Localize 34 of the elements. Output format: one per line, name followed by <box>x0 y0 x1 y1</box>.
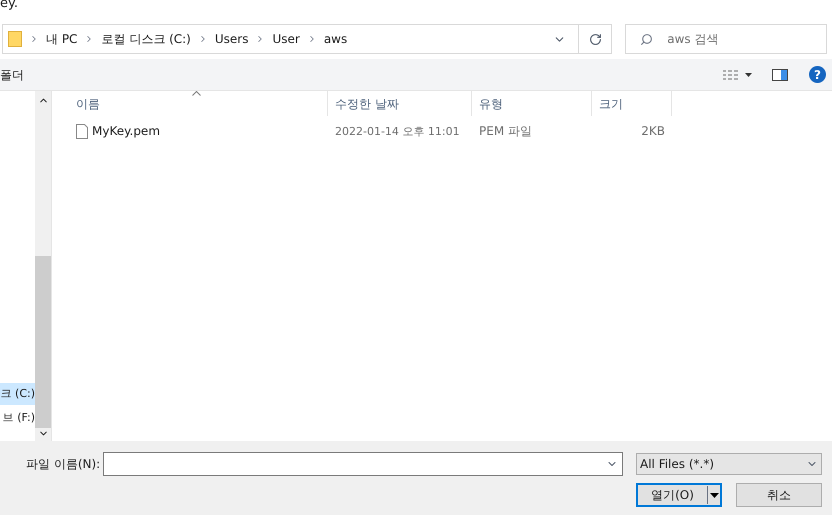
file-size: 2KB <box>641 124 665 138</box>
new-folder-button[interactable]: 폴더 <box>0 66 24 84</box>
open-button[interactable]: 열기(O) <box>636 483 722 507</box>
column-header[interactable]: 수정한 날짜 <box>328 91 472 116</box>
nav-item[interactable]: 크 (C:) <box>0 383 35 405</box>
preview-pane-icon[interactable] <box>772 68 788 80</box>
nav-item[interactable]: 브 (F:) <box>0 407 35 429</box>
file-name-input[interactable] <box>103 452 623 476</box>
file-name-label: 파일 이름(N): <box>26 456 102 473</box>
column-header[interactable]: 크기 <box>592 91 672 116</box>
file-type: PEM 파일 <box>479 124 532 138</box>
column-header[interactable]: 유형 <box>472 91 592 116</box>
view-options-icon[interactable] <box>722 70 752 80</box>
file-date: 2022-01-14 오후 11:01 <box>335 124 460 138</box>
column-header[interactable]: 이름 <box>52 91 328 116</box>
scrollbar[interactable] <box>35 91 51 441</box>
file-icon <box>76 124 88 138</box>
file-type-dropdown[interactable]: All Files (*.*) <box>636 453 822 475</box>
breadcrumb-item[interactable]: 내 PC <box>46 30 78 48</box>
file-name[interactable]: MyKey.pem <box>92 122 160 140</box>
breadcrumb-item[interactable]: User <box>272 30 300 48</box>
address-bar[interactable]: 내 PC 로컬 디스크 (C:) Users User aws <box>2 24 612 54</box>
search-placeholder: aws 검색 <box>667 31 718 48</box>
breadcrumb-item[interactable]: 로컬 디스크 (C:) <box>101 30 191 48</box>
search-icon <box>640 32 654 46</box>
folder-icon <box>8 31 22 47</box>
caret-icon <box>707 486 720 504</box>
help-button[interactable]: ? <box>809 66 826 83</box>
refresh-icon <box>588 32 602 46</box>
breadcrumb-item[interactable]: aws <box>324 30 348 48</box>
search-field[interactable]: aws 검색 <box>625 24 827 54</box>
breadcrumb-item[interactable]: Users <box>214 30 248 48</box>
cancel-button[interactable]: 취소 <box>736 483 822 507</box>
window-title: ey. <box>0 0 18 13</box>
